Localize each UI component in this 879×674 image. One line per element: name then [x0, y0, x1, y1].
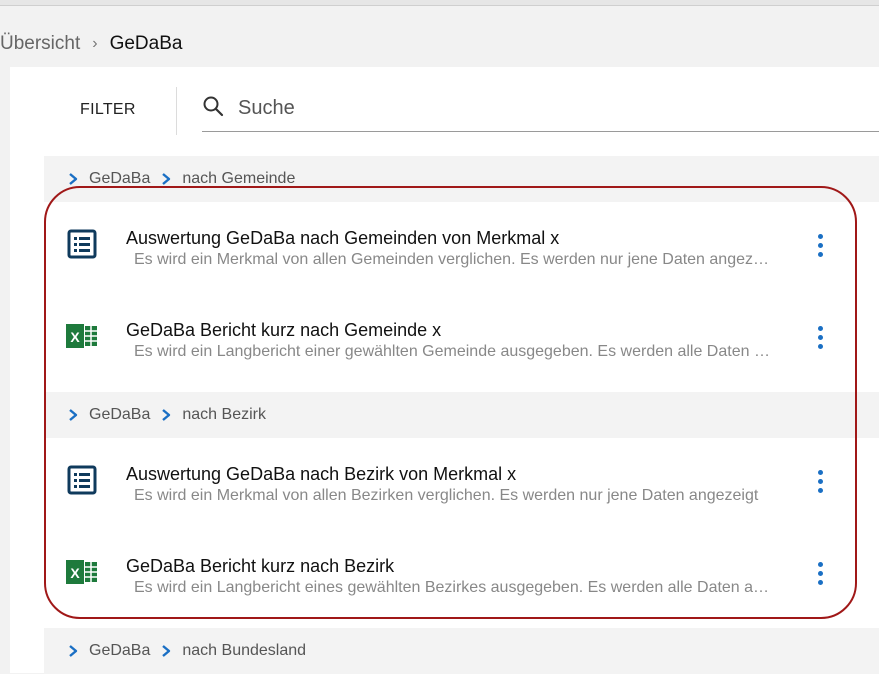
top-border — [0, 0, 879, 6]
chevron-right-icon — [162, 645, 171, 657]
search-input[interactable] — [236, 91, 840, 125]
more-options-icon[interactable] — [812, 562, 828, 592]
filter-button[interactable]: FILTER — [80, 101, 136, 119]
chevron-right-icon — [69, 173, 78, 185]
more-options-icon[interactable] — [812, 470, 828, 500]
group-path-leaf[interactable]: nach Bundesland — [182, 642, 306, 660]
svg-text:X: X — [70, 565, 80, 581]
group-path-leaf[interactable]: nach Bezirk — [182, 406, 266, 424]
group-path-root[interactable]: GeDaBa — [89, 170, 150, 188]
svg-text:X: X — [70, 329, 80, 345]
item-description: Es wird ein Langbericht einer gewählten … — [134, 343, 774, 360]
chevron-right-icon — [162, 409, 171, 421]
group-path-leaf[interactable]: nach Gemeinde — [182, 170, 295, 188]
item-title[interactable]: GeDaBa Bericht kurz nach Bezirk — [126, 556, 394, 577]
search-icon — [203, 96, 224, 117]
item-description: Es wird ein Langbericht eines gewählten … — [134, 579, 774, 596]
item-description: Es wird ein Merkmal von allen Gemeinden … — [134, 251, 774, 268]
chevron-right-icon — [69, 645, 78, 657]
report-list-icon — [67, 229, 97, 259]
list-item[interactable]: Auswertung GeDaBa nach Bezirk von Merkma… — [44, 438, 879, 530]
divider — [176, 87, 177, 135]
chevron-right-icon — [162, 173, 171, 185]
item-title[interactable]: GeDaBa Bericht kurz nach Gemeinde x — [126, 320, 441, 341]
breadcrumb-separator: › — [92, 35, 98, 52]
breadcrumb: Übersicht › GeDaBa — [0, 28, 182, 60]
content-panel: FILTER GeDaBa nach Gemeinde Auswertung G… — [10, 67, 879, 674]
group-header-nach-bezirk[interactable]: GeDaBa nach Bezirk — [44, 392, 879, 438]
list-item[interactable]: X GeDaBa Bericht kurz nach Gemeinde x Es… — [44, 294, 879, 386]
list-item[interactable]: Auswertung GeDaBa nach Gemeinden von Mer… — [44, 202, 879, 294]
item-title[interactable]: Auswertung GeDaBa nach Bezirk von Merkma… — [126, 464, 516, 485]
item-description: Es wird ein Merkmal von allen Bezirken v… — [134, 487, 759, 504]
report-list-icon — [67, 465, 97, 495]
more-options-icon[interactable] — [812, 234, 828, 264]
item-title[interactable]: Auswertung GeDaBa nach Gemeinden von Mer… — [126, 228, 559, 249]
group-path-root[interactable]: GeDaBa — [89, 642, 150, 660]
search-field — [202, 87, 879, 132]
excel-icon: X — [66, 560, 97, 584]
list-item[interactable]: X GeDaBa Bericht kurz nach Bezirk Es wir… — [44, 530, 879, 622]
excel-icon: X — [66, 324, 97, 348]
more-options-icon[interactable] — [812, 326, 828, 356]
chevron-right-icon — [69, 409, 78, 421]
breadcrumb-current: GeDaBa — [109, 33, 183, 54]
breadcrumb-root-link[interactable]: Übersicht — [0, 33, 80, 55]
group-path-root[interactable]: GeDaBa — [89, 406, 150, 424]
group-header-nach-gemeinde[interactable]: GeDaBa nach Gemeinde — [44, 156, 879, 202]
group-header-nach-bundesland[interactable]: GeDaBa nach Bundesland — [44, 628, 879, 674]
filter-bar: FILTER — [10, 67, 879, 153]
